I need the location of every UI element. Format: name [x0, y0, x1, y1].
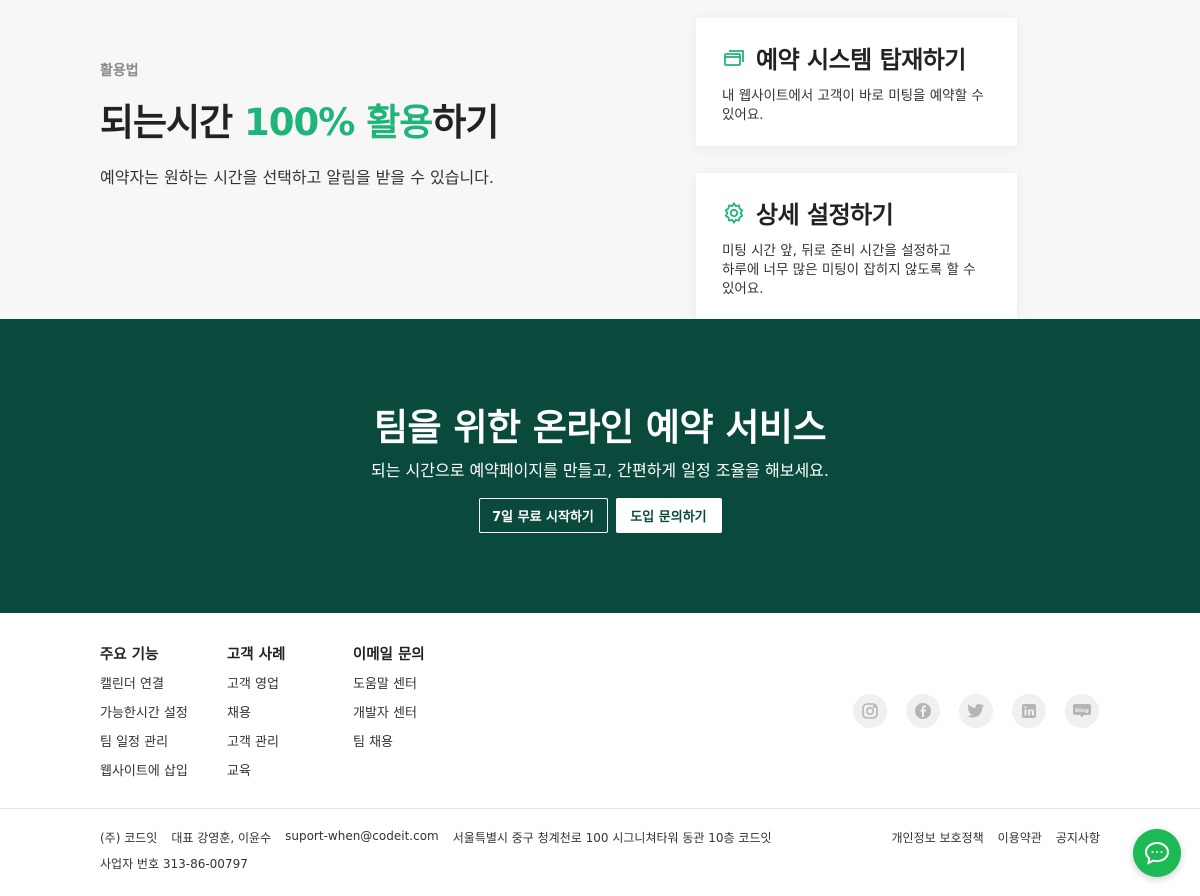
social-links: blog [853, 694, 1099, 728]
footer-col-cases: 고객 사례 고객 영업 채용 고객 관리 교육 [227, 643, 285, 792]
footer-link-calendar[interactable]: 캘린더 연결 [100, 676, 188, 705]
feature-card-desc-line2: 하루에 너무 많은 미팅이 잡히지 않도록 할 수 있어요. [722, 262, 976, 297]
footer-link-availability[interactable]: 가능한시간 설정 [100, 705, 188, 734]
headline-text: 되는시간 [100, 101, 245, 144]
instagram-icon[interactable] [853, 694, 887, 728]
footer-divider [0, 808, 1200, 809]
banner-title: 팀을 위한 온라인 예약 서비스 [373, 406, 827, 449]
section-headline: 되는시간 100% 활용하기 [100, 92, 499, 146]
feature-card-desc: 내 웹사이트에서 고객이 바로 미팅을 예약할 수 있어요. [722, 88, 984, 123]
cta-banner: 팀을 위한 온라인 예약 서비스 되는 시간으로 예약페이지를 만들고, 간편하… [0, 319, 1200, 613]
facebook-icon[interactable] [906, 694, 940, 728]
footer-col-contact: 이메일 문의 도움말 센터 개발자 센터 팀 채용 [353, 643, 425, 763]
footer-col-features: 주요 기능 캘린더 연결 가능한시간 설정 팀 일정 관리 웹사이트에 삽입 [100, 643, 188, 792]
free-trial-button[interactable]: 7일 무료 시작하기 [478, 498, 608, 533]
feature-card-title: 상세 설정하기 [756, 201, 894, 229]
business-number: 사업자 번호 313-86-00797 [100, 857, 248, 871]
footer-link-sales[interactable]: 고객 영업 [227, 676, 285, 705]
inquiry-button[interactable]: 도입 문의하기 [615, 498, 722, 533]
feature-card-settings: 상세 설정하기 미팅 시간 앞, 뒤로 준비 시간을 설정하고 하루에 너무 많… [696, 173, 1017, 319]
footer-col-title: 고객 사례 [227, 647, 286, 663]
footer-col-title: 주요 기능 [100, 647, 159, 663]
section-eyebrow: 활용법 [100, 63, 139, 79]
terms-link[interactable]: 이용약관 [998, 829, 1042, 846]
chat-button[interactable] [1133, 829, 1181, 877]
privacy-policy-link[interactable]: 개인정보 보호정책 [892, 829, 984, 846]
linkedin-icon[interactable] [1012, 694, 1046, 728]
legal-links: 개인정보 보호정책 이용약관 공지사항 [892, 829, 1100, 846]
company-ceo: 대표 강영훈, 이윤수 [171, 831, 272, 845]
feature-card-title: 예약 시스템 탑재하기 [756, 46, 966, 74]
gear-icon [722, 201, 746, 225]
footer-link-embed[interactable]: 웹사이트에 삽입 [100, 763, 188, 792]
feature-card-desc-line1: 미팅 시간 앞, 뒤로 준비 시간을 설정하고 [722, 243, 951, 259]
section-description: 예약자는 원하는 시간을 선택하고 알림을 받을 수 있습니다. [100, 168, 494, 187]
footer-link-careers[interactable]: 팀 채용 [353, 734, 425, 763]
company-email: suport-when@codeit.com [285, 829, 439, 843]
footer-link-education[interactable]: 교육 [227, 763, 285, 792]
blog-icon-label: blog [1075, 708, 1089, 714]
chat-icon [1144, 841, 1170, 865]
footer-link-hiring[interactable]: 채용 [227, 705, 285, 734]
footer-link-team-schedule[interactable]: 팀 일정 관리 [100, 734, 188, 763]
footer: 주요 기능 캘린더 연결 가능한시간 설정 팀 일정 관리 웹사이트에 삽입 고… [0, 613, 1200, 896]
footer-col-title: 이메일 문의 [353, 647, 425, 663]
features-section: 활용법 되는시간 100% 활용하기 예약자는 원하는 시간을 선택하고 알림을… [0, 0, 1200, 319]
footer-link-customer-mgmt[interactable]: 고객 관리 [227, 734, 285, 763]
headline-accent: 100% 활용 [244, 101, 433, 144]
banner-subtitle: 되는 시간으로 예약페이지를 만들고, 간편하게 일정 조율을 해보세요. [371, 461, 829, 480]
twitter-icon[interactable] [959, 694, 993, 728]
footer-link-dev-center[interactable]: 개발자 센터 [353, 705, 425, 734]
notice-link[interactable]: 공지사항 [1056, 829, 1100, 846]
headline-text-end: 하기 [432, 101, 499, 144]
footer-link-help-center[interactable]: 도움말 센터 [353, 676, 425, 705]
feature-card-embed: 예약 시스템 탑재하기 내 웹사이트에서 고객이 바로 미팅을 예약할 수 있어… [696, 18, 1017, 146]
blog-icon[interactable]: blog [1065, 694, 1099, 728]
windows-icon [722, 46, 746, 70]
company-address: 서울특별시 중구 청계천로 100 시그니쳐타워 동관 10층 코드잇 [452, 831, 772, 845]
company-info: (주) 코드잇 대표 강영훈, 이윤수 suport-when@codeit.c… [100, 829, 772, 846]
company-name: (주) 코드잇 [100, 831, 158, 845]
